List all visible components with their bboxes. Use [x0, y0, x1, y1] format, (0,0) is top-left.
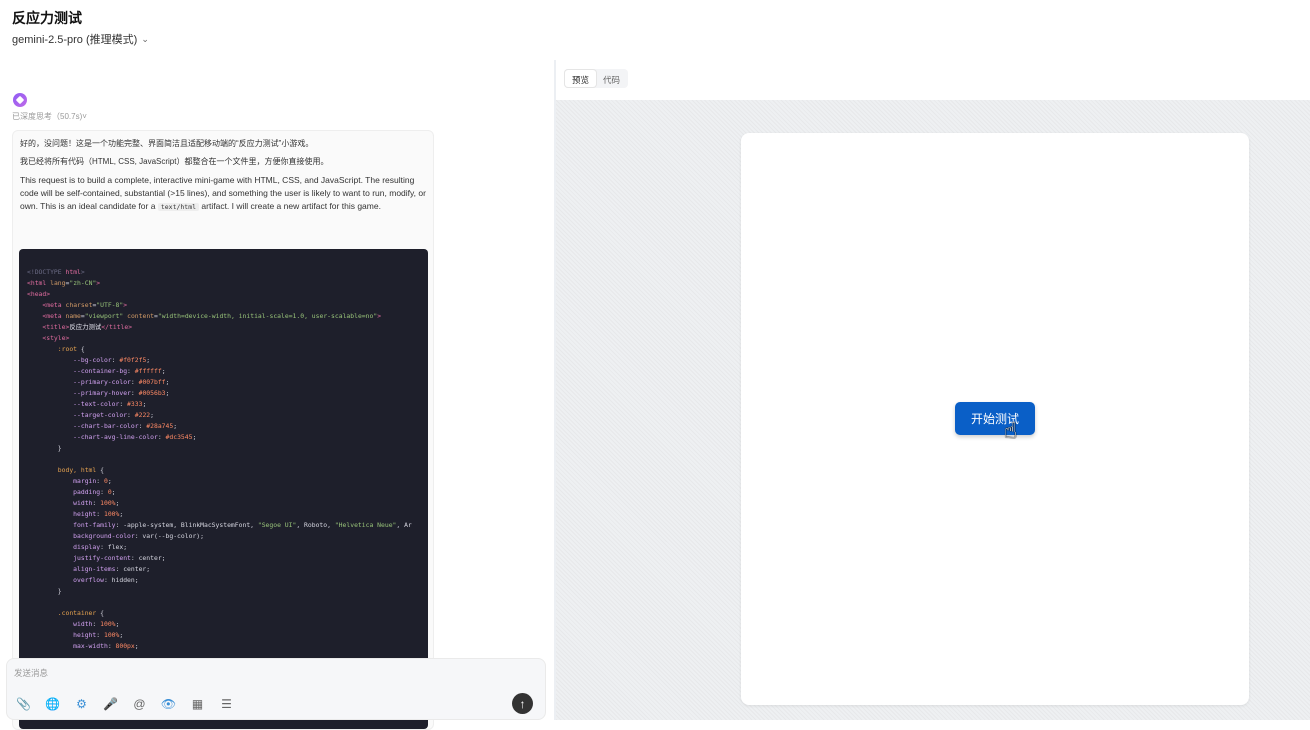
message-paragraph: 我已经将所有代码（HTML, CSS, JavaScript）都整合在一个文件里…	[20, 157, 329, 166]
globe-icon[interactable]: 🌐	[44, 695, 61, 712]
start-test-button[interactable]: 开始测试	[955, 402, 1035, 435]
mic-icon[interactable]: 🎤	[102, 695, 119, 712]
model-selector[interactable]: gemini-2.5-pro (推理模式) ⌄	[12, 31, 149, 47]
tab-code[interactable]: 代码	[596, 70, 627, 87]
chevron-down-icon: ⌄	[141, 33, 149, 44]
thinking-toggle[interactable]: 已深度思考（50.7s)˅	[12, 111, 87, 122]
message-input[interactable]: 发送消息 📎 🌐 ⚙ 🎤 @ 👁 ▦ ☰ ↑	[6, 658, 546, 720]
brain-icon[interactable]: ⚙	[73, 695, 90, 712]
apps-icon[interactable]: ▦	[189, 695, 206, 712]
message-paragraph: 好的，没问题！这是一个功能完整、界面简洁且适配移动端的“反应力测试”小游戏。	[20, 139, 314, 148]
at-icon[interactable]: @	[131, 695, 148, 712]
list-icon[interactable]: ☰	[218, 695, 235, 712]
assistant-message: 好的，没问题！这是一个功能完整、界面简洁且适配移动端的“反应力测试”小游戏。 我…	[12, 130, 434, 730]
view-tabs: 预览 代码	[564, 69, 629, 88]
header: 反应力测试 gemini-2.5-pro (推理模式) ⌄	[0, 0, 1310, 60]
inline-code: text/html	[157, 203, 200, 211]
preview-canvas: 开始测试 ☝	[556, 100, 1310, 720]
input-placeholder: 发送消息	[14, 668, 49, 678]
eye-icon[interactable]: 👁	[160, 695, 177, 712]
code-block: <!DOCTYPE html> <html lang="zh-CN"> <hea…	[19, 249, 428, 729]
code-content: <!DOCTYPE html> <html lang="zh-CN"> <hea…	[27, 268, 412, 650]
ai-avatar-icon	[13, 93, 27, 107]
attach-icon[interactable]: 📎	[15, 695, 32, 712]
message-paragraph: This request is to build a complete, int…	[20, 175, 426, 211]
preview-pane: 预览 代码 开始测试 ☝	[556, 60, 1310, 720]
chat-pane: 已深度思考（50.7s)˅ 好的，没问题！这是一个功能完整、界面简洁且适配移动端…	[0, 60, 554, 730]
tab-preview[interactable]: 预览	[565, 70, 597, 87]
hand-pointer-icon: ☝	[1004, 418, 1018, 443]
page-title: 反应力测试	[12, 10, 82, 26]
game-container: 开始测试 ☝	[741, 133, 1249, 705]
model-label: gemini-2.5-pro (推理模式)	[12, 34, 138, 46]
input-toolbar: 📎 🌐 ⚙ 🎤 @ 👁 ▦ ☰	[15, 695, 235, 712]
send-button[interactable]: ↑	[512, 693, 533, 714]
